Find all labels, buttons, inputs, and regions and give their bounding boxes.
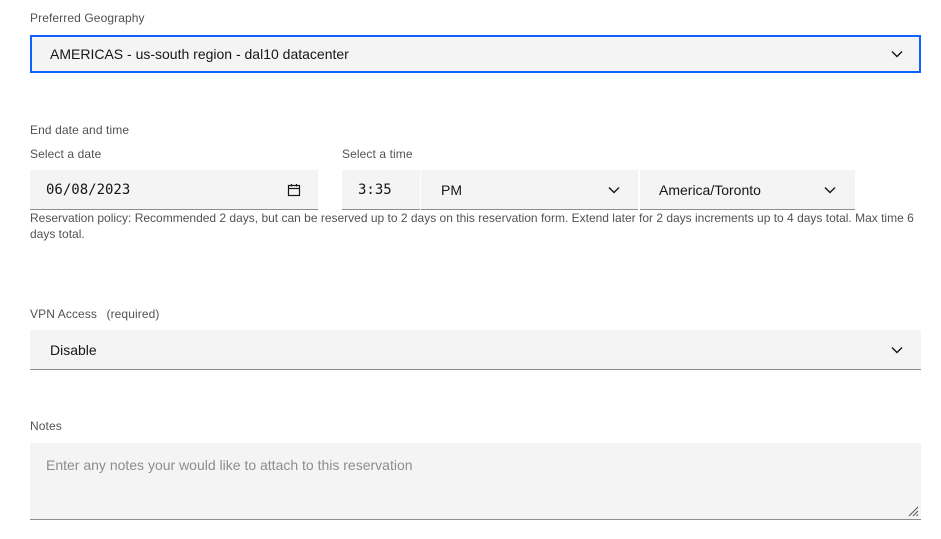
chevron-down-icon (891, 346, 903, 353)
resize-handle-icon[interactable] (907, 505, 919, 517)
vpn-select[interactable]: Disable (30, 330, 921, 370)
notes-placeholder: Enter any notes your would like to attac… (46, 457, 413, 473)
chevron-down-icon (824, 186, 836, 193)
ampm-select[interactable]: PM (421, 170, 638, 210)
vpn-required-text: (required) (106, 307, 160, 321)
geography-label: Preferred Geography (30, 11, 145, 25)
timezone-select[interactable]: America/Toronto (640, 170, 855, 210)
vpn-label: VPN Access (required) (30, 307, 160, 321)
time-input[interactable]: 3:35 (342, 170, 420, 210)
end-date-time-label: End date and time (30, 123, 130, 137)
timezone-value: America/Toronto (659, 181, 761, 198)
reservation-policy-text: Reservation policy: Recommended 2 days, … (30, 211, 914, 241)
vpn-value: Disable (50, 341, 97, 358)
geography-select[interactable]: AMERICAS - us-south region - dal10 datac… (30, 35, 921, 73)
geography-value: AMERICAS - us-south region - dal10 datac… (50, 46, 349, 62)
chevron-down-icon (891, 51, 903, 58)
vpn-label-text: VPN Access (30, 307, 98, 321)
calendar-icon[interactable] (287, 183, 301, 197)
date-input[interactable]: 06/08/2023 (30, 170, 318, 210)
date-label: Select a date (30, 147, 102, 161)
time-value: 3:35 (358, 181, 392, 198)
chevron-down-icon (608, 186, 620, 193)
notes-textarea[interactable]: Enter any notes your would like to attac… (30, 443, 921, 520)
ampm-value: PM (441, 181, 462, 198)
date-value: 06/08/2023 (46, 181, 131, 198)
time-label: Select a time (342, 147, 413, 161)
notes-label: Notes (30, 419, 62, 433)
